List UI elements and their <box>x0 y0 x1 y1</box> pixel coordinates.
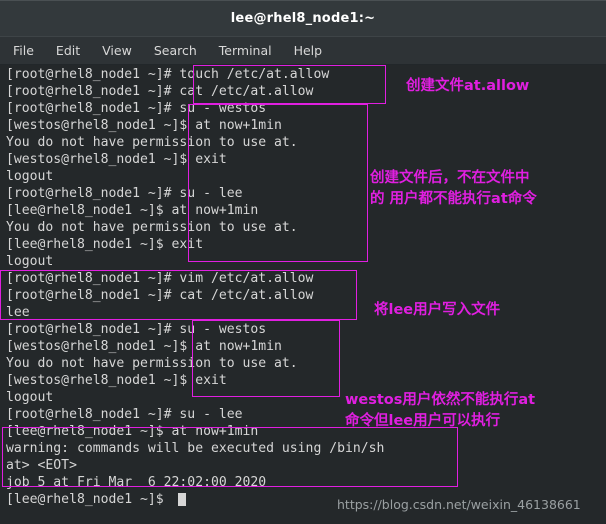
menu-item-help[interactable]: Help <box>294 43 323 58</box>
annotation-westos-denied: westos用户依然不能执行at <box>345 392 536 408</box>
terminal-line: job 5 at Fri Mar 6 22:02:00 2020 <box>6 475 267 490</box>
terminal-line: logout <box>6 254 54 269</box>
annotation-write-lee: 将lee用户写入文件 <box>374 302 501 318</box>
terminal-line: [root@rhel8_node1 ~]# cat /etc/at.allow <box>6 84 314 99</box>
terminal-line: [root@rhel8_node1 ~]# su - westos <box>6 101 267 116</box>
terminal-line: [root@rhel8_node1 ~]# su - lee <box>6 407 243 422</box>
terminal-line-current: [lee@rhel8_node1 ~]$ <box>6 492 164 507</box>
menu-bar: File Edit View Search Terminal Help <box>0 36 606 65</box>
terminal-line: logout <box>6 390 54 405</box>
annotation-create-file: 创建文件at.allow <box>406 78 530 94</box>
terminal-line: [lee@rhel8_node1 ~]$ at now+1min <box>6 424 259 439</box>
terminal-line: [lee@rhel8_node1 ~]$ exit <box>6 237 204 252</box>
terminal-line: [westos@rhel8_node1 ~]$ at now+1min <box>6 339 282 354</box>
watermark-url: https://blog.csdn.net/weixin_46138661 <box>337 497 581 512</box>
window-titlebar: lee@rhel8_node1:~ <box>0 0 606 36</box>
terminal-line: warning: commands will be executed using… <box>6 441 385 456</box>
terminal-line: [lee@rhel8_node1 ~]$ at now+1min <box>6 203 259 218</box>
annotation-no-permission-2: 的 用户都不能执行at命令 <box>370 191 537 207</box>
terminal-line: [westos@rhel8_node1 ~]$ at now+1min <box>6 118 282 133</box>
terminal-line: You do not have permission to use at. <box>6 220 298 235</box>
menu-item-search[interactable]: Search <box>154 43 197 58</box>
terminal-line: [root@rhel8_node1 ~]# touch /etc/at.allo… <box>6 67 330 82</box>
terminal-line: at> <EOT> <box>6 458 77 473</box>
terminal-line: lee <box>6 305 30 320</box>
terminal-window: lee@rhel8_node1:~ File Edit View Search … <box>0 0 606 524</box>
window-title: lee@rhel8_node1:~ <box>230 11 376 26</box>
annotation-no-permission-1: 创建文件后，不在文件中 <box>370 170 530 186</box>
menu-item-terminal[interactable]: Terminal <box>219 43 272 58</box>
menu-item-edit[interactable]: Edit <box>56 43 80 58</box>
terminal-line: [westos@rhel8_node1 ~]$ exit <box>6 152 227 167</box>
terminal-cursor <box>178 493 186 506</box>
menu-item-file[interactable]: File <box>13 43 34 58</box>
terminal-line: logout <box>6 169 54 184</box>
terminal-output[interactable]: [root@rhel8_node1 ~]# touch /etc/at.allo… <box>0 65 606 524</box>
terminal-line: [westos@rhel8_node1 ~]$ exit <box>6 373 227 388</box>
terminal-line: You do not have permission to use at. <box>6 135 298 150</box>
terminal-line: [root@rhel8_node1 ~]# su - westos <box>6 322 267 337</box>
terminal-line: [root@rhel8_node1 ~]# vim /etc/at.allow <box>6 271 314 286</box>
annotation-lee-allowed: 命令但lee用户可以执行 <box>345 413 501 429</box>
terminal-line: [root@rhel8_node1 ~]# cat /etc/at.allow <box>6 288 314 303</box>
terminal-line: [root@rhel8_node1 ~]# su - lee <box>6 186 243 201</box>
menu-item-view[interactable]: View <box>102 43 132 58</box>
terminal-line: You do not have permission to use at. <box>6 356 298 371</box>
